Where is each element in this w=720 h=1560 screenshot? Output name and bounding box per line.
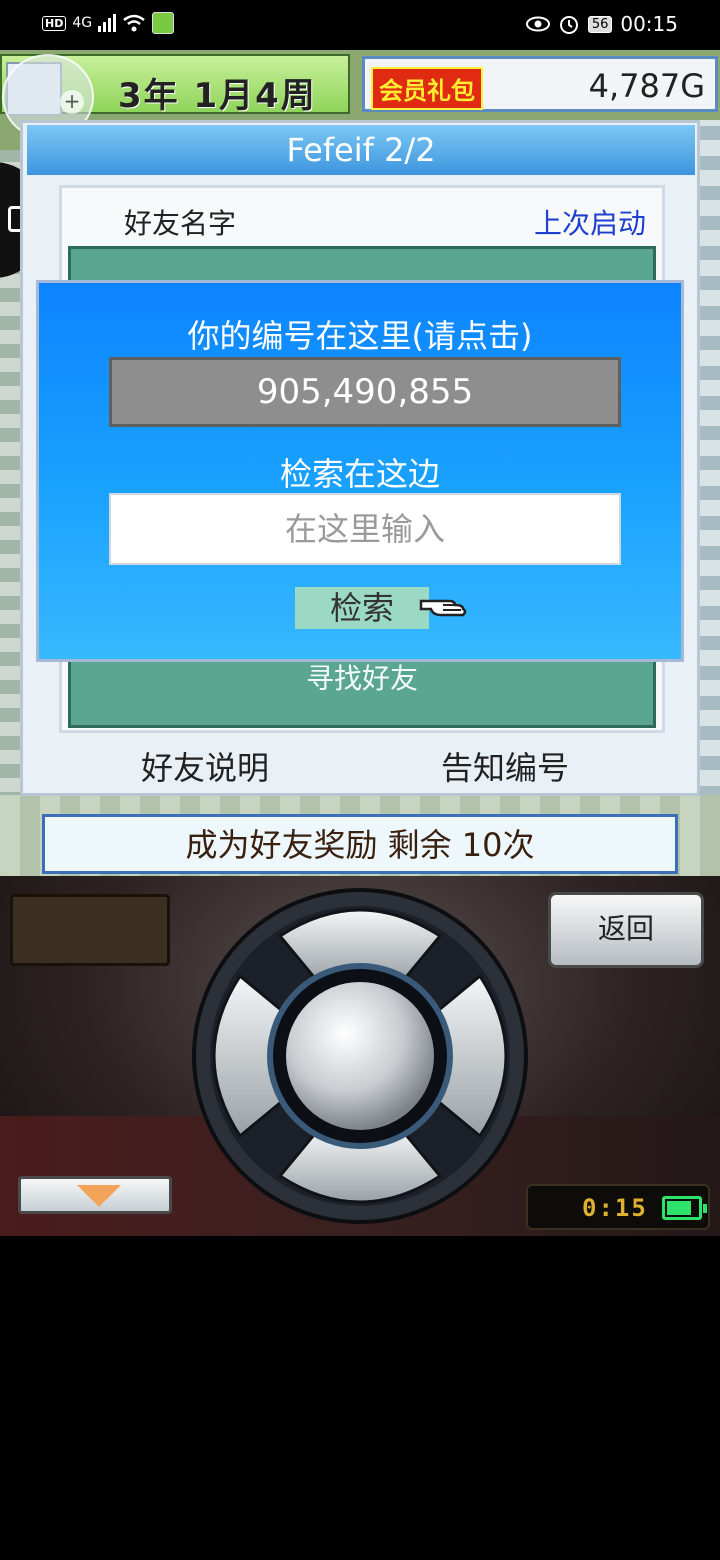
status-right: 56 00:15 [525, 12, 678, 36]
id-title: 你的编号在这里(请点击) [187, 317, 533, 355]
search-button[interactable]: 检索 [295, 587, 429, 629]
back-button[interactable]: 返回 [548, 892, 704, 968]
eye-icon [525, 16, 550, 32]
triangle-down-icon [77, 1185, 121, 1207]
game-clock-time: 0:15 [582, 1194, 648, 1222]
money-bar: 会员礼包 4,787G [362, 56, 718, 112]
column-last-launch[interactable]: 上次启动 [534, 202, 646, 242]
virtual-controller: 返回 0:15 [0, 876, 720, 1236]
id-search-modal: 你的编号在这里(请点击) 905,490,855 检索在这边 检索 [36, 280, 684, 662]
column-friend-name: 好友名字 [124, 207, 237, 240]
pointing-hand-icon [419, 599, 467, 617]
money-value: 4,787G [588, 67, 705, 105]
game-top-bar: 3年 1月4周 会员礼包 4,787G + [0, 50, 720, 140]
clock: 00:15 [620, 12, 678, 36]
notify-id-button[interactable]: 告知编号 [441, 743, 569, 789]
find-friends-button[interactable]: 寻找好友 [71, 657, 653, 697]
map-right-edge [698, 120, 720, 876]
hd-icon: HD [42, 15, 67, 31]
friend-explain-button[interactable]: 好友说明 [141, 743, 269, 789]
screen: HD 4G 56 00:15 3年 1月4周 会员礼包 4,787G + Fef… [0, 0, 720, 1560]
dpad[interactable] [190, 886, 530, 1226]
search-input[interactable] [109, 493, 621, 565]
signal-icon [98, 14, 117, 32]
wifi-icon [123, 14, 145, 32]
battery-fill [667, 1201, 691, 1215]
display-slot [10, 894, 170, 966]
reward-banner: 成为好友奖励 剩余 10次 [42, 814, 678, 874]
battery-icon [662, 1196, 707, 1220]
vip-gift-button[interactable]: 会员礼包 [371, 67, 483, 110]
menu-down-button[interactable] [18, 1176, 172, 1214]
game-view: 3年 1月4周 会员礼包 4,787G + Fefeif 2/2 好友名字 上次… [0, 50, 720, 876]
dpad-center-button[interactable] [286, 982, 434, 1130]
panel-title: Fefeif 2/2 [27, 125, 695, 175]
search-title: 检索在这边 [279, 455, 440, 493]
player-id-field[interactable]: 905,490,855 [109, 357, 621, 427]
game-date: 3年 1月4周 [118, 76, 317, 116]
plus-icon: + [60, 90, 84, 114]
status-bar: HD 4G 56 00:15 [0, 0, 720, 50]
network-type: 4G [72, 15, 93, 31]
app-notification-icon [152, 12, 175, 34]
battery-indicator: 56 [587, 15, 613, 33]
status-left: HD 4G [42, 12, 175, 34]
alarm-icon [559, 16, 578, 34]
game-clock: 0:15 [526, 1184, 710, 1230]
